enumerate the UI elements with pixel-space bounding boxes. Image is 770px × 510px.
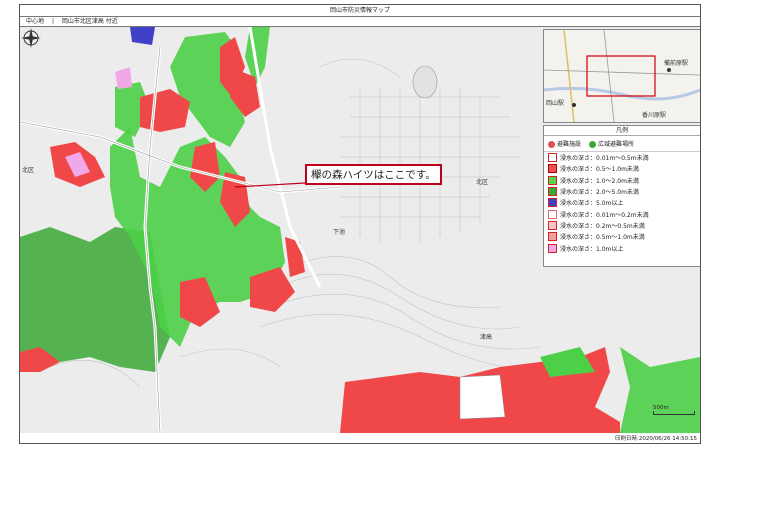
legend-item-label: 浸水の深さ：2.0〜5.0m未満 [560, 189, 639, 197]
legend-swatch [548, 209, 557, 219]
legend-item-label: 浸水の深さ：0.01m〜0.2m未満 [560, 211, 649, 219]
wide-area-icon [589, 141, 597, 148]
overview-inset-map[interactable]: 岡山駅 備前原駅 香川原駅 [543, 29, 700, 123]
legend-swatch [548, 198, 557, 208]
legend-item: 浸水の深さ：0.2m〜0.5m未満 [544, 220, 700, 231]
legend-swatch [548, 153, 557, 163]
legend-item: 浸水の深さ：0.01m〜0.2m未満 [544, 208, 700, 219]
location-label: 中心地 [26, 18, 45, 25]
legend-shelter-label: 避難施設 [557, 141, 582, 148]
inset-drawing [544, 30, 700, 122]
scale-bar: 500m [653, 405, 695, 415]
inset-label-kagawa: 香川原駅 [642, 112, 667, 119]
legend-swatch [548, 175, 557, 185]
legend-wide-area-label: 広域避難場所 [598, 141, 635, 148]
shelter-icon [548, 141, 555, 148]
legend-item: 浸水の深さ：1.0m以上 [544, 242, 700, 253]
location-bar: 中心地 | 岡山市北区津高 付近 [20, 16, 700, 27]
legend-item: 浸水の深さ：0.5m〜1.0m未満 [544, 231, 700, 242]
legend-swatch [548, 243, 557, 253]
legend-wide-area: 広域避難場所 [589, 139, 634, 148]
map-frame: 岡山市防災情報マップ 中心地 | 岡山市北区津高 付近 北区 北区 下池 津高 … [19, 4, 701, 444]
legend-item-label: 浸水の深さ：0.5〜1.0m未満 [560, 166, 639, 174]
legend-item-label: 浸水の深さ：1.0m以上 [560, 245, 624, 253]
map-legend: 凡例 避難施設 広域避難場所 浸水の深さ：0.01m〜0.5m未満 浸水の深さ：0… [543, 125, 700, 267]
location-callout: 欅の森ハイツはここです。 [305, 164, 442, 185]
legend-item: 浸水の深さ：5.0m以上 [544, 197, 700, 208]
scale-line [653, 411, 695, 415]
map-label-kita-ku-west: 北区 [22, 167, 35, 174]
legend-item: 浸水の深さ：0.01m〜0.5m未満 [544, 152, 700, 163]
legend-swatch [548, 187, 557, 197]
map-label-tsutaka: 津高 [480, 334, 493, 341]
inset-label-okayama: 岡山駅 [546, 100, 565, 107]
legend-swatch [548, 232, 557, 242]
legend-title: 凡例 [544, 126, 700, 136]
hazard-map[interactable]: 北区 北区 下池 津高 欅の森ハイツはここです。 岡山駅 備前原駅 香川原駅 凡… [20, 27, 700, 433]
legend-item: 浸水の深さ：2.0〜5.0m未満 [544, 186, 700, 197]
legend-items: 浸水の深さ：0.01m〜0.5m未満 浸水の深さ：0.5〜1.0m未満 浸水の深さ：… [544, 152, 700, 254]
legend-facilities: 避難施設 広域避難場所 [544, 136, 700, 152]
map-label-shimo-ike: 下池 [333, 229, 346, 236]
legend-item: 浸水の深さ：1.0〜2.0m未満 [544, 175, 700, 186]
legend-item: 浸水の深さ：0.5〜1.0m未満 [544, 163, 700, 174]
legend-item-label: 浸水の深さ：5.0m以上 [560, 200, 624, 208]
location-value: 岡山市北区津高 付近 [61, 18, 118, 25]
legend-shelter: 避難施設 [548, 139, 581, 148]
legend-item-label: 浸水の深さ：1.0〜2.0m未満 [560, 177, 639, 185]
legend-item-label: 浸水の深さ：0.5m〜1.0m未満 [560, 234, 645, 242]
legend-swatch [548, 164, 557, 174]
legend-item-label: 浸水の深さ：0.01m〜0.5m未満 [560, 155, 649, 163]
print-date: 印刷日時:2020/06/26 14:50:15 [614, 436, 697, 442]
compass-icon [21, 28, 41, 48]
legend-swatch [548, 220, 557, 230]
inset-label-bizen: 備前原駅 [664, 60, 689, 67]
legend-item-label: 浸水の深さ：0.2m〜0.5m未満 [560, 222, 645, 230]
map-label-kita-ku: 北区 [476, 179, 489, 186]
